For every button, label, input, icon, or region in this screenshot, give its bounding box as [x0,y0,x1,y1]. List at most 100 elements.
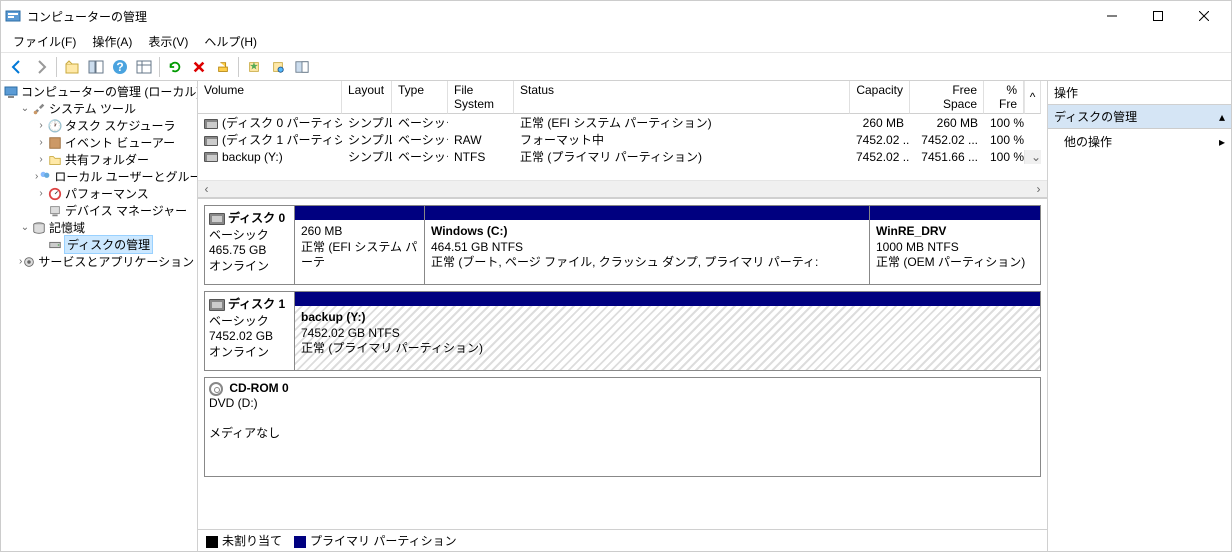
partition-size: 7452.02 GB NTFS [301,326,1034,342]
partition-winre[interactable]: WinRE_DRV 1000 MB NTFS 正常 (OEM パーティション) [870,206,1040,284]
disk-icon [209,299,225,311]
cell: ベーシック [392,148,448,165]
disk-title: ディスク 1 [228,297,285,311]
volume-icon [204,136,218,146]
scroll-up-button[interactable]: ^ [1024,81,1041,114]
list-row[interactable]: (ディスク 1 パーティション 2) シンプル ベーシック RAW フォーマット… [198,131,1047,148]
chevron-right-icon[interactable]: › [35,120,47,131]
chevron-right-icon[interactable]: › [35,137,47,148]
tree-storage[interactable]: ⌄ 記憶域 [19,219,197,236]
tree-root[interactable]: コンピューターの管理 (ローカル) [3,83,197,100]
tree-performance[interactable]: ›パフォーマンス [35,185,197,202]
actions-section-label: ディスクの管理 [1054,108,1137,125]
actions-other[interactable]: 他の操作 ▸ [1048,129,1231,154]
col-volume[interactable]: Volume [198,81,342,114]
cell: シンプル [342,114,392,131]
list-row[interactable]: (ディスク 0 パーティション 1) シンプル ベーシック 正常 (EFI シス… [198,114,1047,131]
horizontal-scrollbar[interactable]: ‹ › [198,180,1047,197]
delete-button[interactable] [187,55,211,79]
col-filesystem[interactable]: File System [448,81,514,114]
cell: 正常 (プライマリ パーティション) [514,148,850,165]
minimize-button[interactable] [1089,1,1135,31]
cell: backup (Y:) [222,150,283,164]
tree-label: イベント ビューアー [65,134,175,151]
cell: ベーシック [392,114,448,131]
tree-label: デバイス マネージャー [65,202,187,219]
legend-unallocated: 未割り当て [222,534,282,548]
volume-list[interactable]: Volume Layout Type File System Status Ca… [198,81,1047,199]
cell: 7451.66 ... [910,150,984,164]
tree-event-viewer[interactable]: › イベント ビューアー [35,134,197,151]
partition-size: 260 MB [301,224,418,240]
up-button[interactable] [60,55,84,79]
toolbar: ? ★ [1,53,1231,81]
col-layout[interactable]: Layout [342,81,392,114]
scroll-left-button[interactable]: ‹ [198,181,215,198]
tree-task-scheduler[interactable]: ›🕐タスク スケジューラ [35,117,197,134]
forward-button[interactable] [29,55,53,79]
partition-backup-y[interactable]: backup (Y:) 7452.02 GB NTFS 正常 (プライマリ パー… [295,292,1040,370]
partition-efi[interactable]: 260 MB 正常 (EFI システム パーテ [295,206,425,284]
chevron-right-icon: ▸ [1219,135,1225,149]
properties-button[interactable] [211,55,235,79]
disk-info: CD-ROM 0 DVD (D:) メディアなし [205,378,1040,476]
menu-bar: ファイル(F) 操作(A) 表示(V) ヘルプ(H) [1,31,1231,53]
cell: フォーマット中 [514,131,850,148]
actions-header: 操作 [1048,81,1231,105]
col-type[interactable]: Type [392,81,448,114]
col-status[interactable]: Status [514,81,850,114]
help-button[interactable]: ? [108,55,132,79]
col-freespace[interactable]: Free Space [910,81,984,114]
tree-label: 記憶域 [49,219,85,236]
tree-disk-management[interactable]: ディスクの管理 [35,236,197,253]
scroll-down-button[interactable]: ⌄ [1024,150,1041,164]
volume-icon [204,152,218,162]
list-row[interactable]: backup (Y:) シンプル ベーシック NTFS 正常 (プライマリ パー… [198,148,1047,165]
disk-title: ディスク 0 [228,211,285,225]
action3-button[interactable] [290,55,314,79]
services-icon [22,254,36,270]
col-pctfree[interactable]: % Fre [984,81,1024,114]
disk-row-0[interactable]: ディスク 0 ベーシック 465.75 GB オンライン 260 MB 正常 (… [204,205,1041,285]
back-button[interactable] [5,55,29,79]
tree-device-manager[interactable]: デバイス マネージャー [35,202,197,219]
refresh-button[interactable] [163,55,187,79]
menu-view[interactable]: 表示(V) [140,31,196,52]
computer-icon [3,84,19,100]
disk-mgmt-icon [47,237,63,253]
cell: 正常 (EFI システム パーティション) [514,114,850,131]
tree-local-users[interactable]: ›ローカル ユーザーとグループ [35,168,197,185]
menu-file[interactable]: ファイル(F) [5,31,84,52]
maximize-button[interactable] [1135,1,1181,31]
tree-shared-folders[interactable]: ›共有フォルダー [35,151,197,168]
disk-title: CD-ROM 0 [229,381,288,395]
actions-section[interactable]: ディスクの管理 ▴ [1048,105,1231,129]
partition-windows-c[interactable]: Windows (C:) 464.51 GB NTFS 正常 (ブート, ページ… [425,206,870,284]
storage-icon [31,220,47,236]
cell: NTFS [448,150,514,164]
view-button[interactable] [132,55,156,79]
disk-graphical-view: ディスク 0 ベーシック 465.75 GB オンライン 260 MB 正常 (… [198,199,1047,529]
tree-services-apps[interactable]: ›サービスとアプリケーション [19,253,197,270]
col-capacity[interactable]: Capacity [850,81,910,114]
legend: 未割り当て プライマリ パーティション [198,529,1047,551]
menu-action[interactable]: 操作(A) [84,31,140,52]
volume-icon [204,119,218,129]
partition-status: 正常 (プライマリ パーティション) [301,341,1034,357]
chevron-down-icon[interactable]: ⌄ [19,103,31,114]
menu-help[interactable]: ヘルプ(H) [196,31,265,52]
action1-button[interactable]: ★ [242,55,266,79]
disk-row-1[interactable]: ディスク 1 ベーシック 7452.02 GB オンライン backup (Y:… [204,291,1041,371]
navigation-tree[interactable]: コンピューターの管理 (ローカル) ⌄ システム ツール ›🕐タスク スケジュー… [1,81,198,551]
cell: シンプル [342,131,392,148]
chevron-right-icon[interactable]: › [35,154,47,165]
tree-system-tools[interactable]: ⌄ システム ツール [19,100,197,117]
cell: 100 % [984,150,1024,164]
close-button[interactable] [1181,1,1227,31]
show-hide-tree-button[interactable] [84,55,108,79]
disk-row-cdrom[interactable]: CD-ROM 0 DVD (D:) メディアなし [204,377,1041,477]
scroll-right-button[interactable]: › [1030,181,1047,198]
chevron-right-icon[interactable]: › [35,188,47,199]
action2-button[interactable] [266,55,290,79]
chevron-down-icon[interactable]: ⌄ [19,222,31,233]
